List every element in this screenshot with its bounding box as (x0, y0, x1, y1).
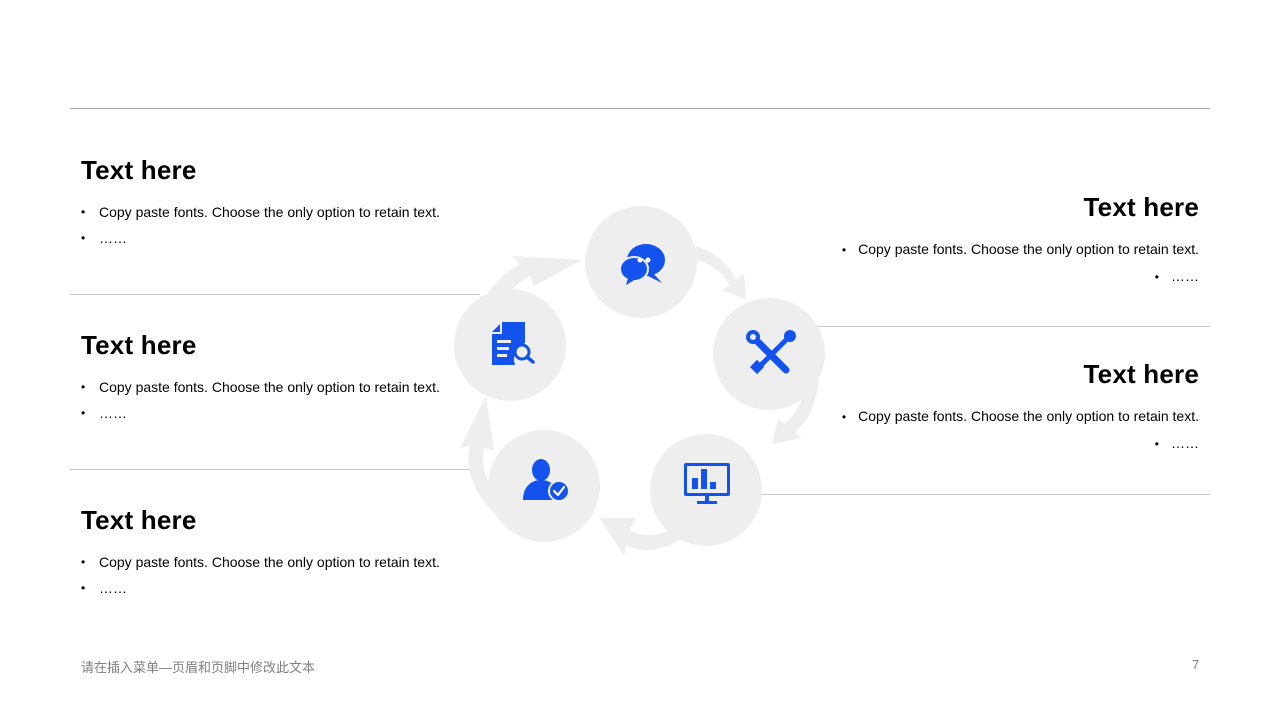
block-title: Text here (81, 505, 197, 535)
footer-text: 请在插入菜单—页眉和页脚中修改此文本 (81, 660, 316, 675)
bullet-list: Copy paste fonts. Choose the only option… (842, 236, 1199, 290)
bullet-item: Copy paste fonts. Choose the only option… (842, 236, 1199, 263)
bullet-item: …… (842, 430, 1199, 457)
bullet-list: Copy paste fonts. Choose the only option… (81, 374, 440, 426)
left-divider-2 (70, 469, 470, 470)
left-text-block-3: Text here Copy paste fonts. Choose the o… (81, 505, 440, 601)
left-text-block-2: Text here Copy paste fonts. Choose the o… (81, 330, 440, 426)
bullet-item: …… (81, 575, 440, 601)
cycle-diagram (454, 206, 825, 556)
block-title: Text here (81, 155, 197, 185)
left-text-block-1: Text here Copy paste fonts. Choose the o… (81, 155, 440, 251)
bullet-list: Copy paste fonts. Choose the only option… (81, 199, 440, 251)
cycle-arrow (690, 244, 746, 300)
bullet-item: Copy paste fonts. Choose the only option… (842, 403, 1199, 430)
right-text-block-1: Text here Copy paste fonts. Choose the o… (842, 192, 1199, 290)
page-number: 7 (1192, 657, 1200, 672)
bullet-item: Copy paste fonts. Choose the only option… (81, 199, 440, 225)
right-divider-1 (815, 326, 1210, 327)
bullet-list: Copy paste fonts. Choose the only option… (81, 549, 440, 601)
bullet-item: Copy paste fonts. Choose the only option… (81, 549, 440, 575)
bullet-list: Copy paste fonts. Choose the only option… (842, 403, 1199, 457)
bullet-item: …… (842, 263, 1199, 290)
block-title: Text here (81, 330, 197, 360)
bullet-item: …… (81, 225, 440, 251)
left-divider-1 (70, 294, 480, 295)
top-divider (70, 108, 1210, 109)
bullet-item: Copy paste fonts. Choose the only option… (81, 374, 440, 400)
block-title: Text here (1083, 359, 1199, 389)
bullet-item: …… (81, 400, 440, 426)
right-text-block-2: Text here Copy paste fonts. Choose the o… (842, 359, 1199, 457)
block-title: Text here (1083, 192, 1199, 222)
